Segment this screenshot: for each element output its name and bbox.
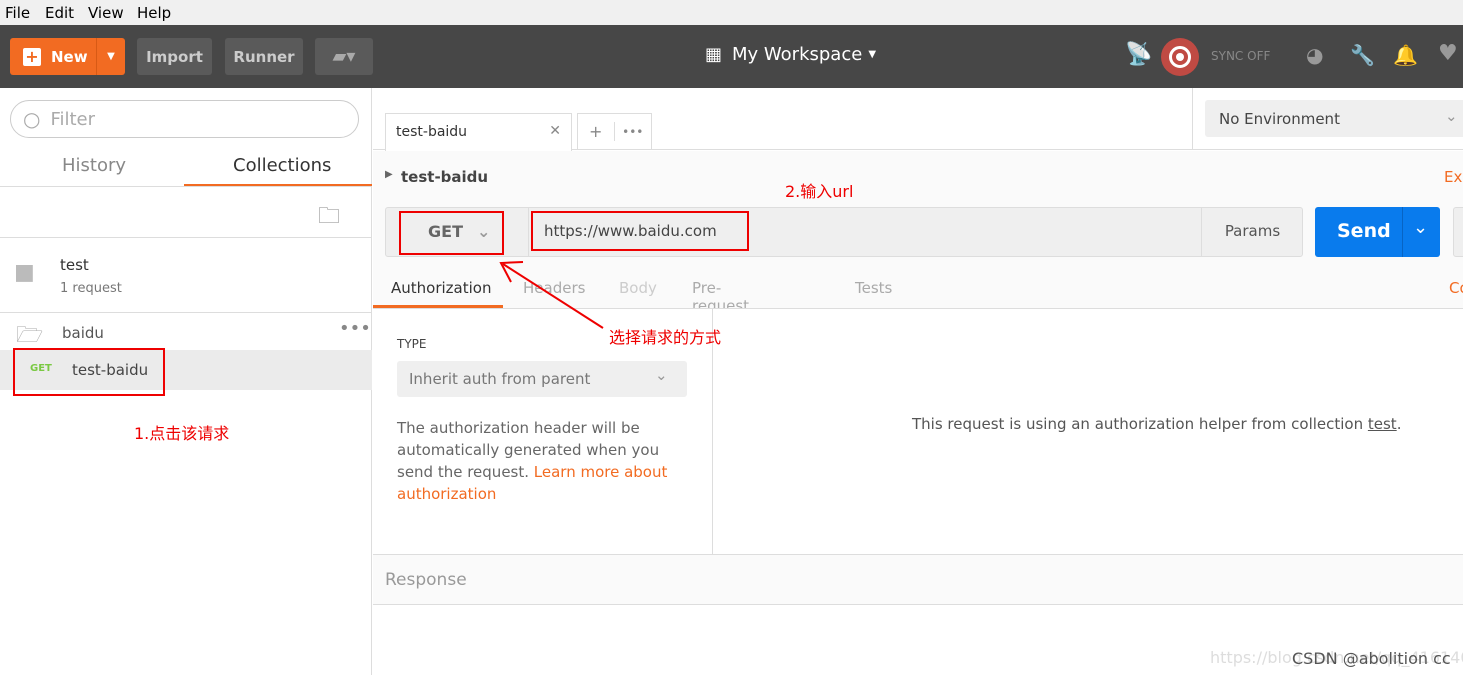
header: + New ▼ Import Runner ▰▾ ▦ My Workspace ▼ 📡… bbox=[0, 25, 1463, 88]
cookies-link[interactable]: Co bbox=[1449, 279, 1463, 297]
sync-status: SYNC OFF bbox=[1211, 49, 1271, 63]
chevron-down-icon: ⌄ bbox=[1445, 107, 1458, 125]
annotation-arrow bbox=[499, 261, 604, 329]
folder-icon: ■ bbox=[14, 260, 35, 285]
annotation-box bbox=[399, 211, 504, 255]
collection-link[interactable]: test bbox=[1368, 415, 1397, 433]
environment-select[interactable]: No Environment ⌄ bbox=[1205, 100, 1463, 137]
wrench-icon[interactable]: 🔧 bbox=[1350, 43, 1375, 67]
chevron-down-icon: ⌄ bbox=[655, 366, 668, 384]
sidebar: ○ Filter History Collections 🗀 ■ test 1 r… bbox=[0, 88, 372, 675]
save-button[interactable] bbox=[1453, 207, 1463, 257]
send-button[interactable]: Send ⌄ bbox=[1315, 207, 1440, 257]
workspace-selector[interactable]: ▦ My Workspace ▼ bbox=[705, 44, 876, 65]
menu-view[interactable]: View bbox=[88, 4, 124, 22]
more-icon[interactable]: ••• bbox=[339, 318, 371, 339]
new-collection-icon[interactable]: 🗀 bbox=[318, 199, 340, 237]
watermark: CSDN @abolition cc bbox=[1292, 649, 1451, 668]
annotation-box bbox=[531, 211, 749, 251]
auth-type-select[interactable]: Inherit auth from parent ⌄ bbox=[397, 361, 687, 397]
new-tab-icon[interactable]: + bbox=[578, 122, 615, 141]
new-window-button[interactable]: ▰▾ bbox=[315, 38, 373, 75]
caret-down-icon: ▼ bbox=[868, 49, 877, 60]
new-button[interactable]: + New bbox=[10, 38, 96, 75]
menu-bar: File Edit View Help bbox=[0, 0, 1463, 25]
runner-button[interactable]: Runner bbox=[225, 38, 303, 75]
satellite-icon[interactable]: 📡 bbox=[1125, 42, 1152, 67]
filter-input[interactable]: ○ Filter bbox=[10, 100, 359, 138]
caret-right-icon[interactable]: ▶ bbox=[385, 169, 393, 180]
collection-test[interactable]: ■ test 1 request bbox=[0, 238, 372, 313]
import-button[interactable]: Import bbox=[137, 38, 212, 75]
menu-file[interactable]: File bbox=[5, 4, 30, 22]
tab-body[interactable]: Body bbox=[619, 279, 657, 297]
tab-authorization[interactable]: Authorization bbox=[391, 279, 491, 297]
close-icon[interactable]: ✕ bbox=[549, 123, 561, 139]
menu-edit[interactable]: Edit bbox=[45, 4, 74, 22]
new-window-icon: ▰▾ bbox=[332, 46, 356, 67]
request-panel: ▶ test-baidu Exa 2.输入url GET⌄ https://ww… bbox=[373, 151, 1463, 554]
params-button[interactable]: Params bbox=[1201, 208, 1303, 256]
search-icon: ○ bbox=[23, 107, 41, 131]
chevron-down-icon[interactable]: ⌄ bbox=[1413, 217, 1428, 238]
examples-link[interactable]: Exa bbox=[1444, 168, 1463, 186]
plus-icon: + bbox=[23, 47, 41, 66]
annotation-box bbox=[13, 348, 165, 396]
response-bar: Response bbox=[373, 554, 1463, 605]
request-name: test-baidu bbox=[401, 168, 489, 186]
tab-history[interactable]: History bbox=[62, 155, 126, 176]
tab-options-icon[interactable]: ••• bbox=[615, 125, 652, 139]
sync-icon[interactable] bbox=[1161, 38, 1199, 76]
menu-help[interactable]: Help bbox=[137, 4, 171, 22]
annotation-text: 2.输入url bbox=[785, 182, 854, 201]
tab-tests[interactable]: Tests bbox=[855, 279, 892, 297]
tab-test-baidu[interactable]: test-baidu ✕ bbox=[385, 113, 572, 151]
annotation-text: 1.点击该请求 bbox=[134, 424, 230, 443]
globe-icon[interactable]: ◕ bbox=[1306, 43, 1323, 67]
collection-baidu[interactable]: 🗁 baidu ••• bbox=[0, 316, 372, 350]
heart-icon[interactable]: ♥ bbox=[1438, 41, 1458, 66]
tab-collections[interactable]: Collections bbox=[233, 155, 331, 176]
new-dropdown-button[interactable]: ▼ bbox=[96, 38, 125, 75]
tab-bar: test-baidu ✕ + ••• No Environment ⌄ bbox=[373, 88, 1463, 151]
grid-icon: ▦ bbox=[705, 44, 723, 65]
bell-icon[interactable]: 🔔 bbox=[1393, 43, 1418, 67]
annotation-text: 选择请求的方式 bbox=[609, 328, 722, 347]
